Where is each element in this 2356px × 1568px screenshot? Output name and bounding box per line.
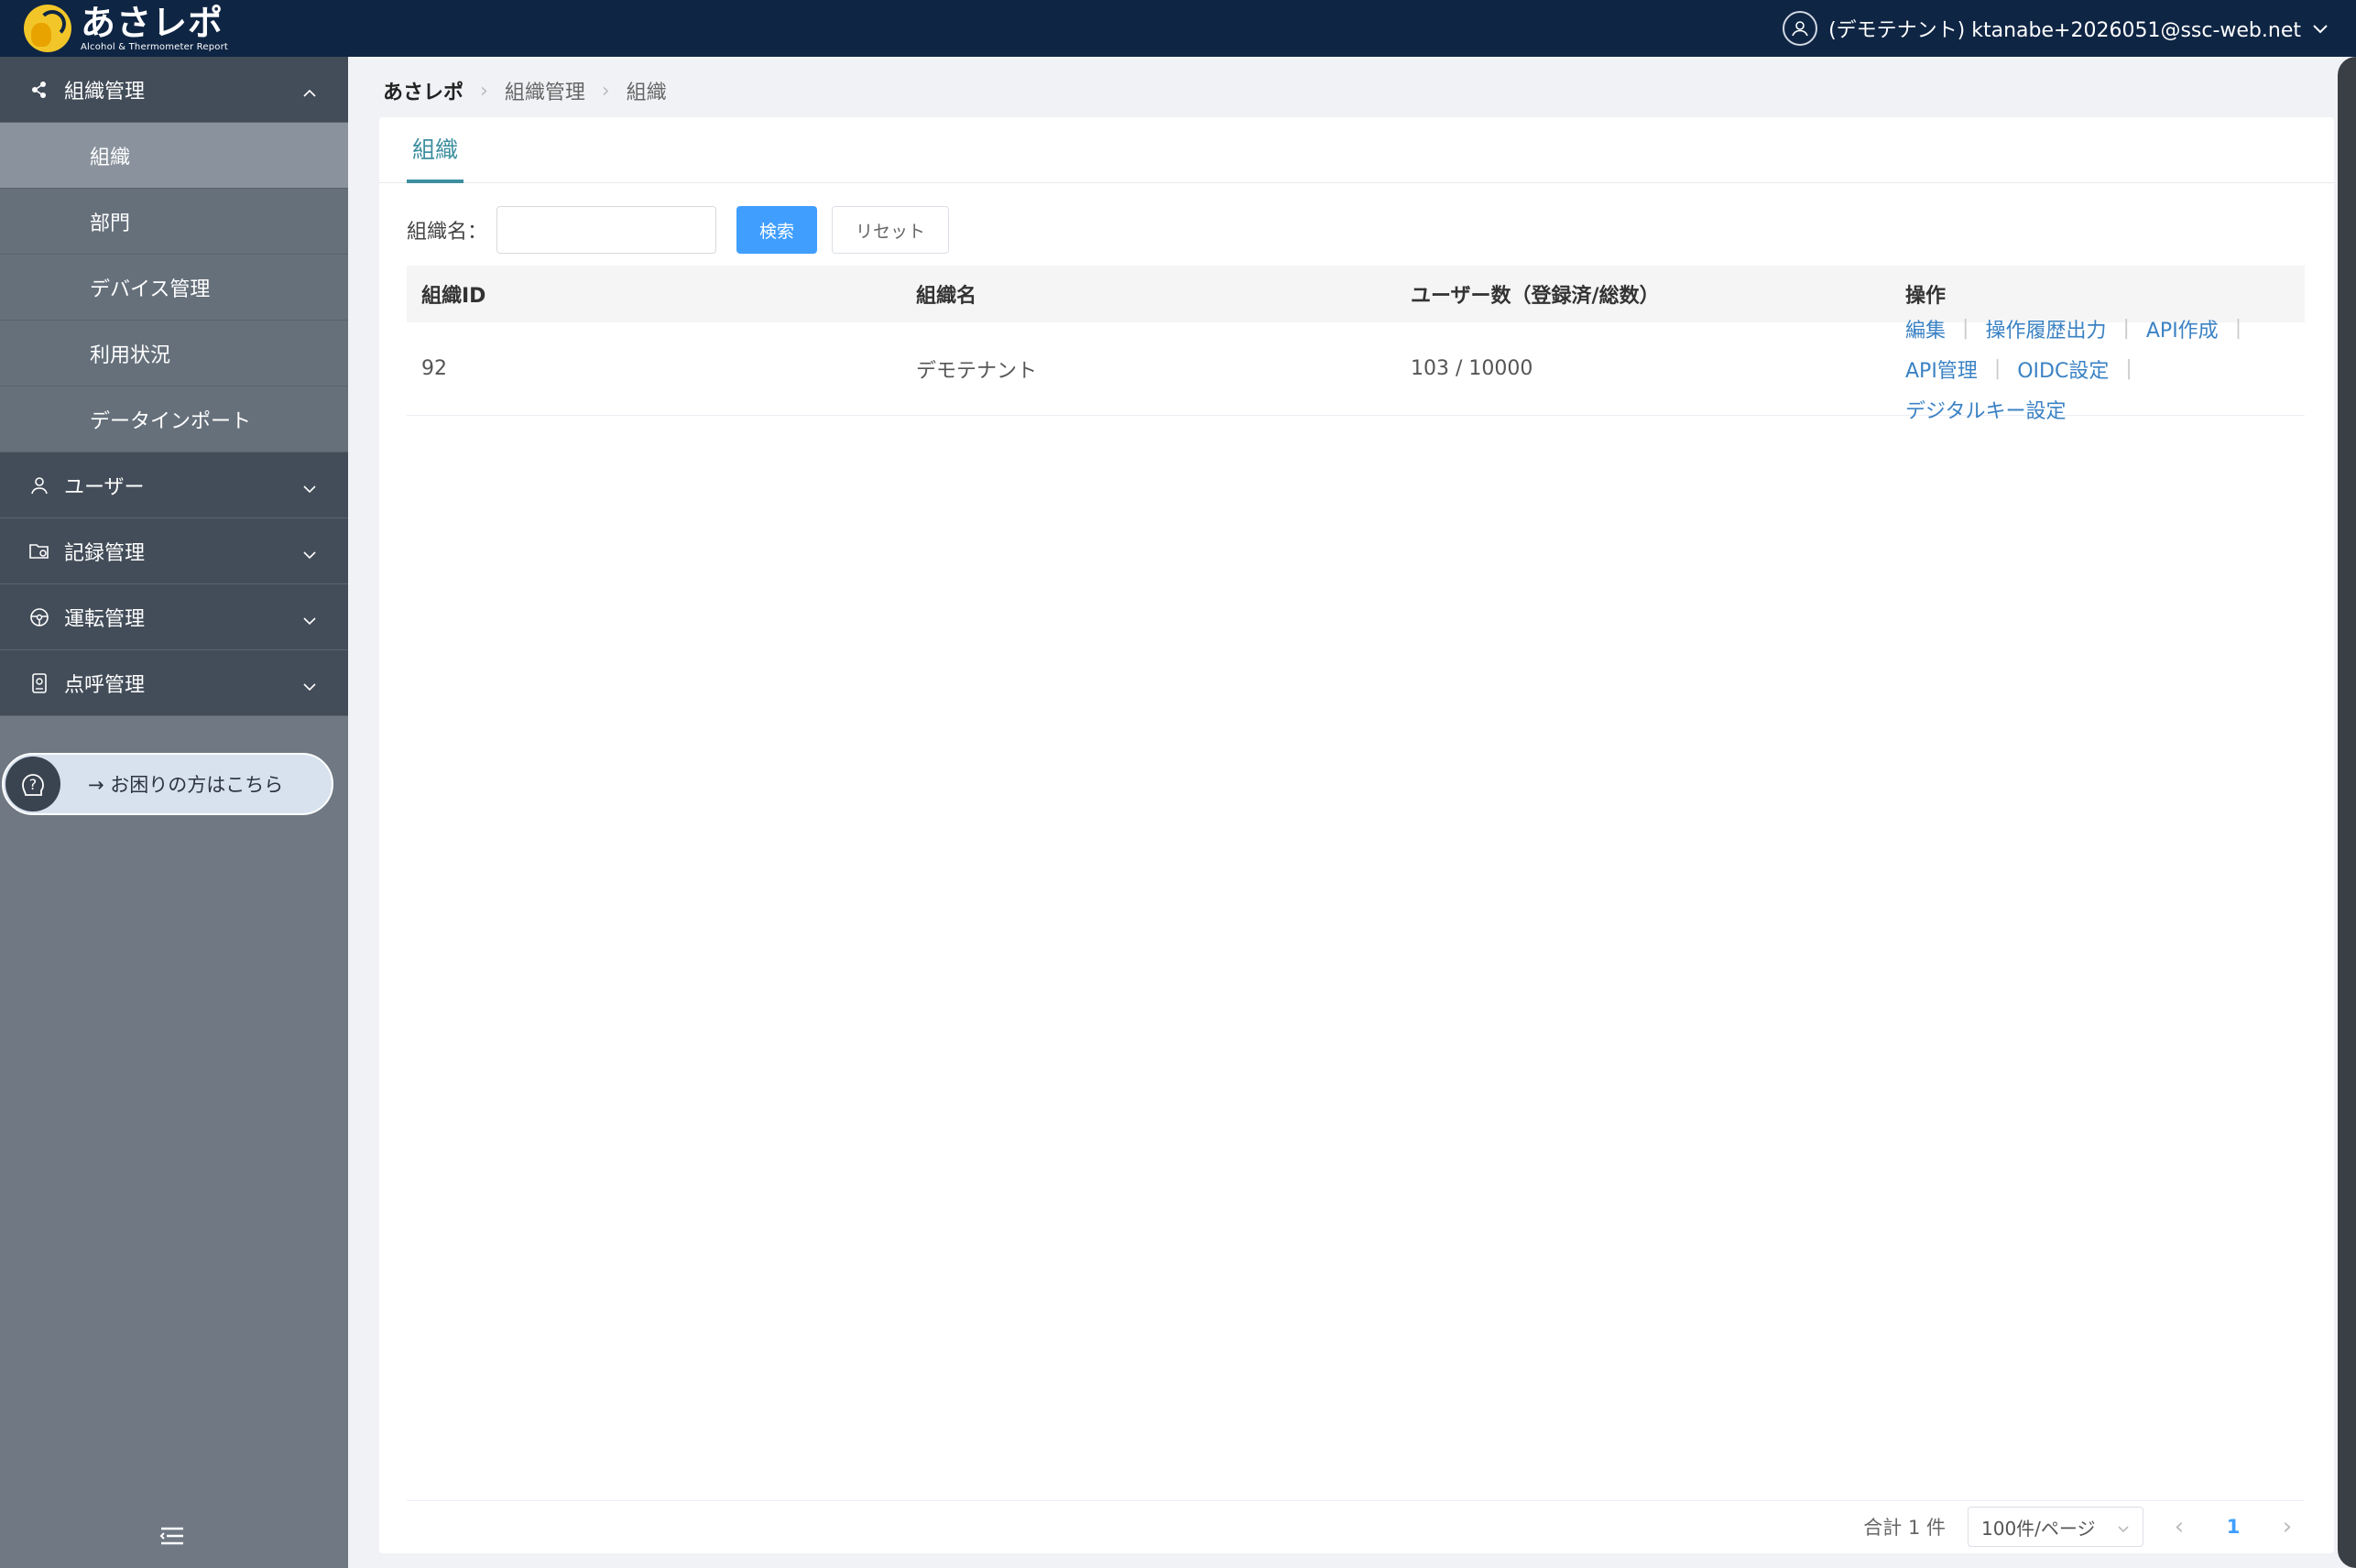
user-label: (デモテナント) ktanabe+2026051@ssc-web.net: [1828, 19, 2301, 42]
edit-link[interactable]: 編集: [1905, 314, 1946, 343]
current-page[interactable]: 1: [2215, 1516, 2252, 1538]
brand[interactable]: あさレポ Alcohol & Thermometer Report: [24, 0, 228, 57]
page-size-value: 100件/ページ: [1981, 1517, 2096, 1540]
sidebar-group-label: ユーザー: [64, 475, 145, 499]
sidebar-group-label: 点呼管理: [64, 673, 146, 697]
organization-card: 組織 組織名： 検索 リセット 組織ID 組織名 ユーザー数（登録済/総数） 操…: [379, 117, 2334, 1553]
table-row: 92 デモテナント 103 / 10000 編集 | 操作履歴出力 | API作…: [407, 317, 2305, 423]
chevron-right-icon: ›: [480, 79, 488, 103]
chevron-down-icon: [2117, 1516, 2130, 1538]
chevron-down-icon: [302, 542, 317, 565]
divider: |: [1993, 357, 2002, 380]
breadcrumb: あさレポ › 組織管理 › 組織: [383, 75, 667, 106]
organization-name-cell: デモテナント: [916, 359, 1038, 383]
sidebar-group-label: 記録管理: [64, 541, 146, 565]
search-form: 組織名： 検索 リセット: [407, 205, 950, 255]
user-count-cell: 103 / 10000: [1411, 357, 1533, 380]
main-content: あさレポ › 組織管理 › 組織 組織 組織名： 検索 リセット 組織ID 組織…: [348, 57, 2356, 1568]
divider: |: [2234, 317, 2242, 340]
sidebar-item-label: データインポート: [90, 409, 252, 433]
next-page-icon[interactable]: ›: [2274, 1513, 2301, 1541]
svg-text:?: ?: [29, 776, 38, 793]
help-head-icon: ?: [5, 757, 60, 811]
chevron-up-icon: [302, 81, 317, 103]
export-history-link[interactable]: 操作履歴出力: [1985, 314, 2106, 343]
column-header: ユーザー数（登録済/総数）: [1411, 285, 1660, 308]
search-button[interactable]: 検索: [736, 206, 818, 254]
divider: |: [1962, 317, 1969, 340]
breadcrumb-item: 組織: [626, 82, 667, 104]
breadcrumb-item[interactable]: あさレポ: [383, 76, 464, 105]
divider: |: [2122, 317, 2130, 340]
sidebar-item-label: 利用状況: [90, 343, 171, 367]
divider: [407, 1500, 2305, 1501]
sidebar-item-device-management[interactable]: デバイス管理: [0, 255, 348, 321]
sidebar-item-data-import[interactable]: データインポート: [0, 387, 348, 452]
help-button[interactable]: ? → お困りの方はこちら: [2, 753, 333, 815]
sidebar-item-department[interactable]: 部門: [0, 189, 348, 255]
chevron-down-icon: [302, 674, 317, 697]
sidebar-item-label: デバイス管理: [90, 278, 211, 301]
top-bar: あさレポ Alcohol & Thermometer Report (デモテナン…: [0, 0, 2356, 57]
organization-id-cell: 92: [421, 357, 447, 380]
help-label: → お困りの方はこちら: [88, 774, 284, 796]
tab-bar: 組織: [379, 117, 2334, 183]
sidebar-group-driving[interactable]: 運転管理: [0, 584, 348, 650]
column-header: 組織名: [916, 285, 977, 308]
sidebar-group-label: 運転管理: [64, 607, 146, 631]
create-api-link[interactable]: API作成: [2146, 314, 2219, 343]
collapse-menu-icon[interactable]: [159, 1526, 185, 1550]
column-header: 組織ID: [421, 285, 486, 308]
user-icon: [27, 474, 51, 497]
organization-table: 組織ID 組織名 ユーザー数（登録済/総数） 操作 92 デモテナント 103 …: [407, 266, 2305, 423]
search-label: 組織名：: [407, 221, 488, 244]
actions-cell: 編集 | 操作履歴出力 | API作成 | API管理 | OIDC設定 | デ…: [1891, 314, 2305, 424]
sidebar-item-usage[interactable]: 利用状況: [0, 321, 348, 387]
user-menu[interactable]: (デモテナント) ktanabe+2026051@ssc-web.net: [1783, 11, 2329, 46]
chevron-right-icon: ›: [601, 79, 610, 103]
page-size-select[interactable]: 100件/ページ: [1968, 1507, 2143, 1547]
chevron-down-icon: [302, 608, 317, 631]
chevron-down-icon: [302, 476, 317, 499]
folder-settings-icon: [27, 539, 51, 563]
badge-icon: [27, 671, 51, 695]
sidebar-group-records[interactable]: 記録管理: [0, 518, 348, 584]
breadcrumb-item[interactable]: 組織管理: [505, 76, 585, 105]
brand-subtitle: Alcohol & Thermometer Report: [81, 41, 229, 52]
sidebar-group-users[interactable]: ユーザー: [0, 452, 348, 518]
chevron-down-icon: [2312, 17, 2329, 40]
window-edge: [2338, 57, 2356, 1568]
digital-key-settings-link[interactable]: デジタルキー設定: [1905, 395, 2067, 424]
tab-organization[interactable]: 組織: [407, 117, 464, 183]
user-avatar-icon: [1783, 11, 1818, 46]
sidebar: 組織管理 組織 部門 デバイス管理 利用状況 データインポート ユーザー 記録管…: [0, 57, 348, 1568]
pagination: 合計 1 件 100件/ページ ‹ 1 ›: [1863, 1506, 2301, 1548]
sidebar-group-rollcall[interactable]: 点呼管理: [0, 650, 348, 716]
sidebar-item-label: 組織: [90, 146, 131, 169]
divider: |: [2125, 357, 2132, 380]
sidebar-item-organization[interactable]: 組織: [0, 123, 348, 189]
sidebar-item-label: 部門: [90, 212, 131, 235]
brand-logo: [24, 5, 71, 52]
share-icon: [27, 78, 51, 102]
sidebar-group-label: 組織管理: [64, 80, 146, 103]
sidebar-group-organization[interactable]: 組織管理: [0, 57, 348, 123]
total-count: 合計 1 件: [1863, 1517, 1946, 1539]
prev-page-icon[interactable]: ‹: [2165, 1513, 2193, 1541]
reset-button[interactable]: リセット: [832, 206, 950, 254]
column-header: 操作: [1905, 285, 1947, 308]
organization-name-input[interactable]: [496, 206, 717, 254]
steering-wheel-icon: [27, 605, 51, 629]
api-management-link[interactable]: API管理: [1905, 354, 1978, 384]
brand-name: あさレポ: [81, 2, 224, 43]
oidc-settings-link[interactable]: OIDC設定: [2017, 354, 2109, 384]
